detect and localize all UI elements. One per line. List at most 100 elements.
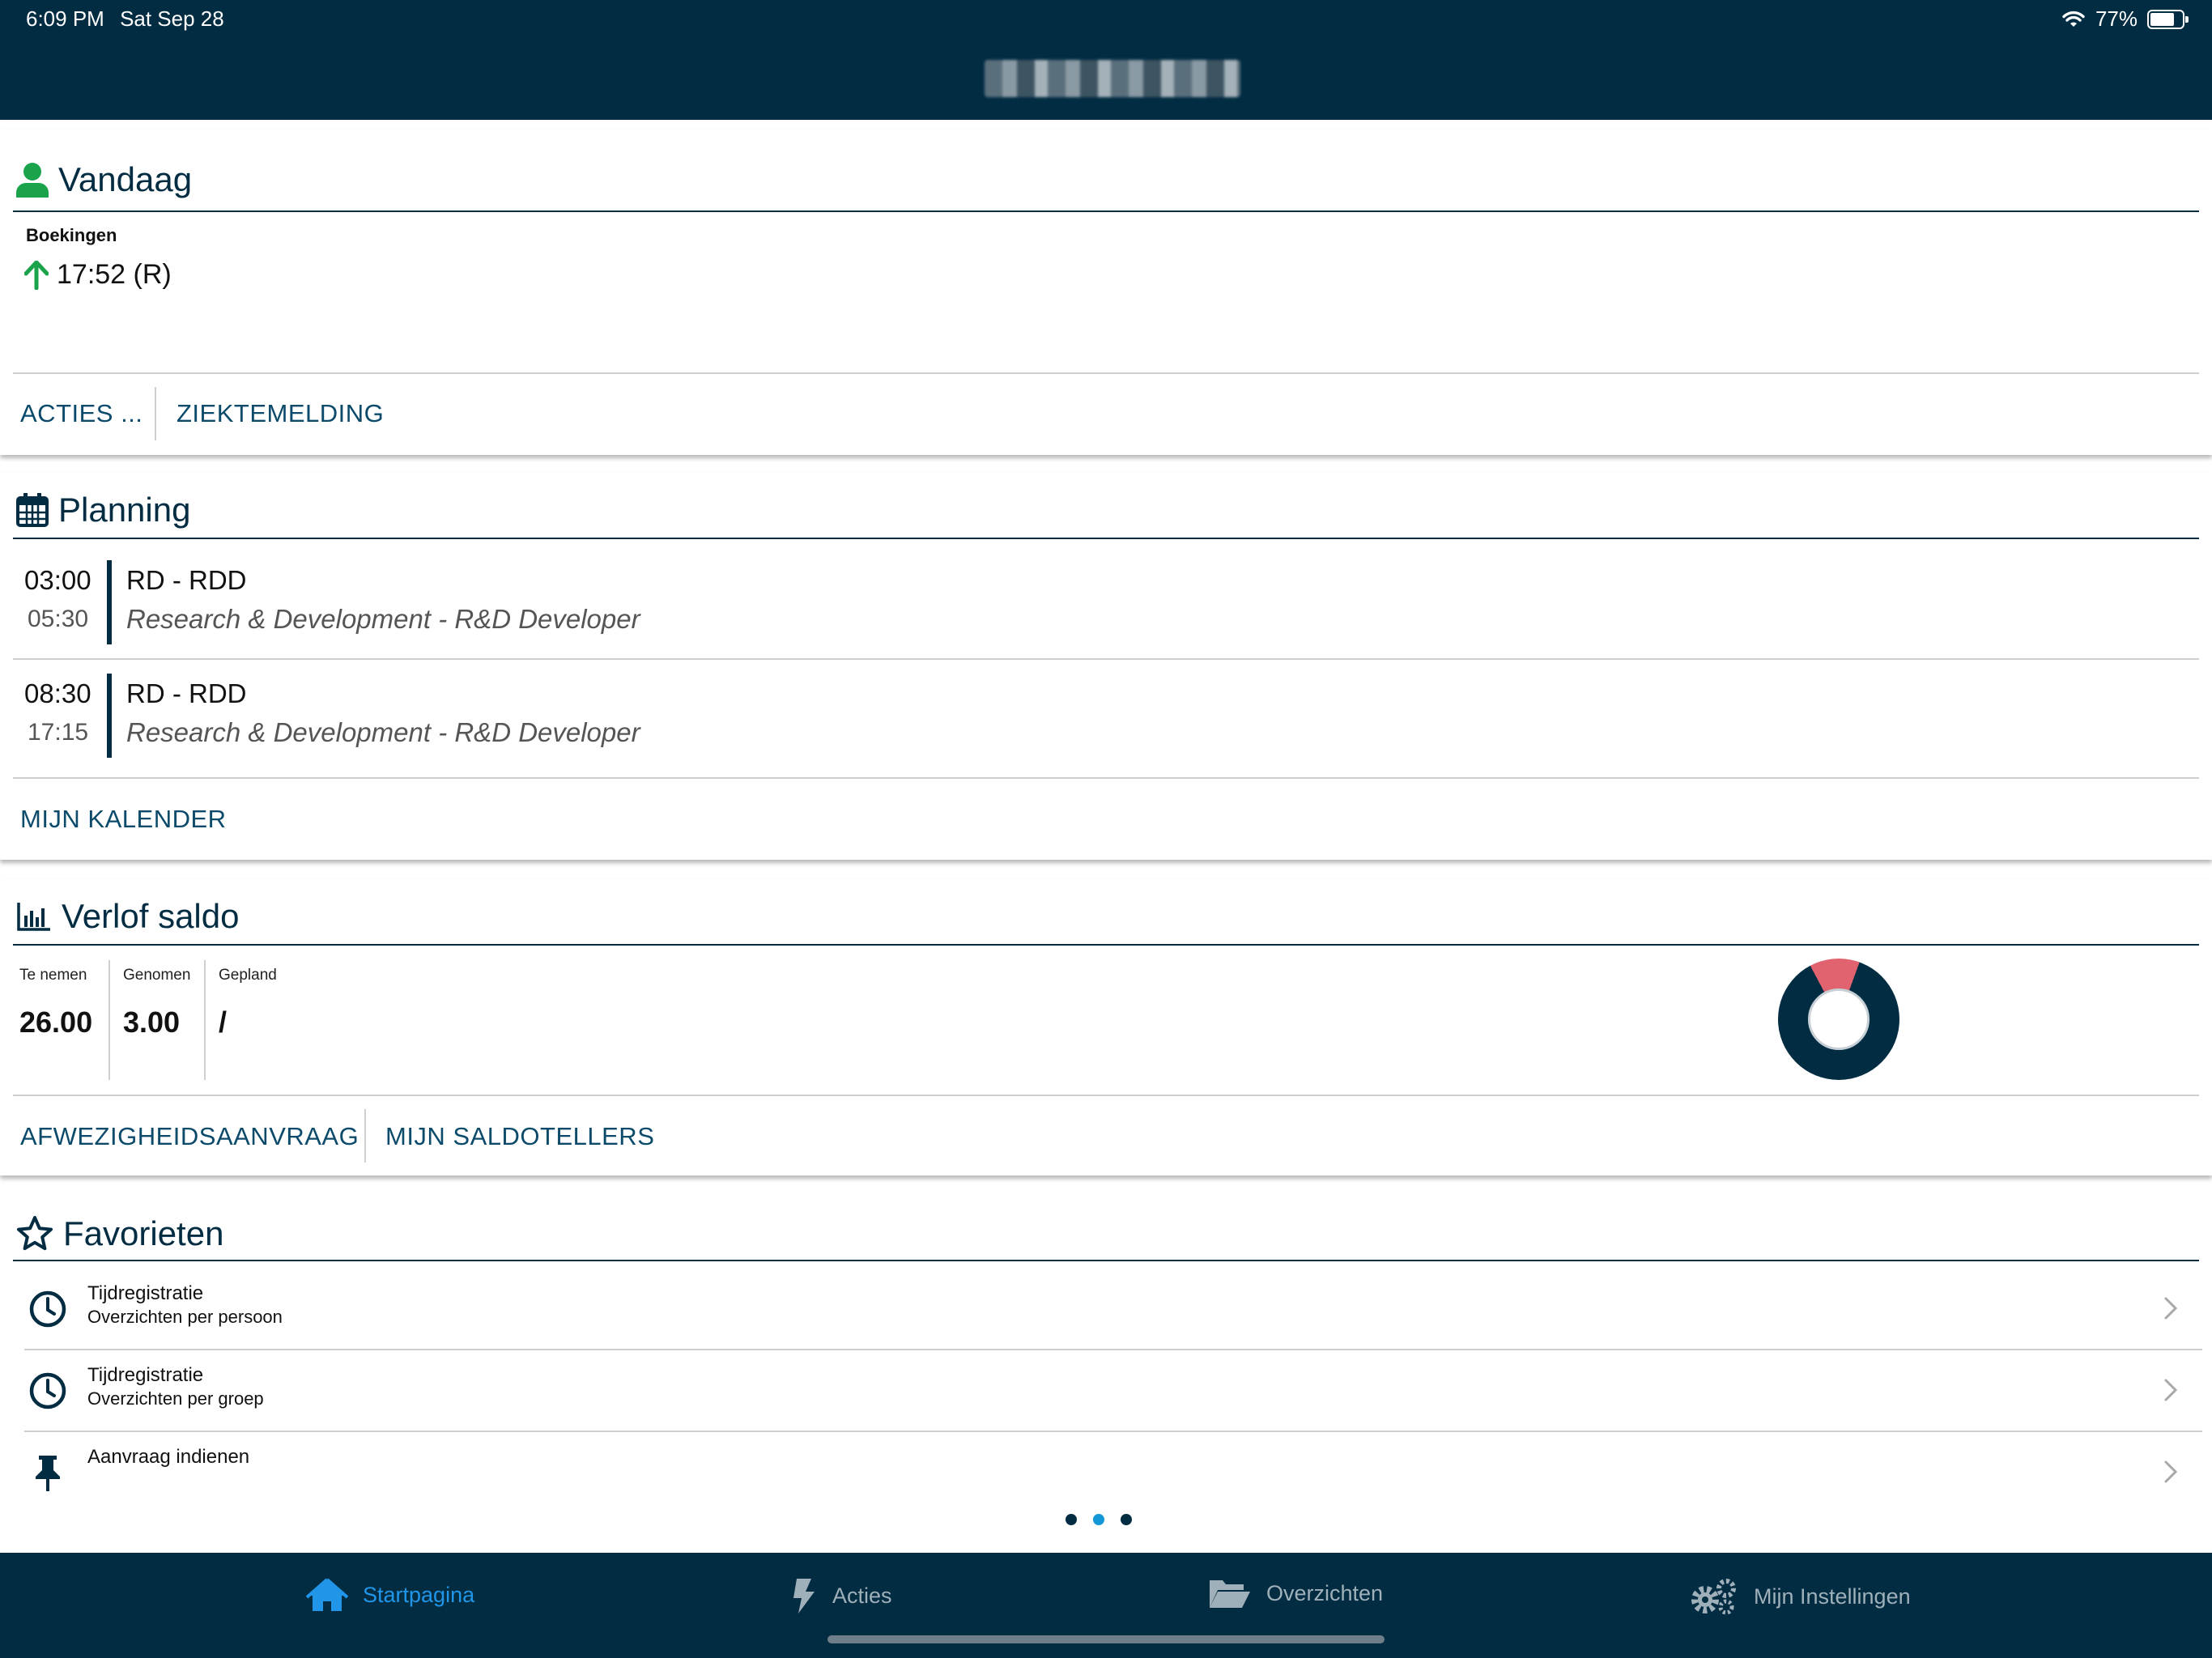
action-separator (155, 387, 156, 440)
stat-te-nemen: Te nemen 26.00 (19, 967, 92, 1039)
action-separator (364, 1109, 366, 1163)
favoriet-item[interactable]: Aanvraag indienen (13, 1436, 2199, 1517)
vandaag-actions-rule (13, 372, 2199, 374)
chevron-right-icon (2164, 1379, 2178, 1401)
favoriet-divider (24, 1349, 2202, 1350)
verlof-actions-rule (13, 1095, 2199, 1096)
verlof-header: Verlof saldo (16, 897, 239, 936)
status-indicators: 77% (2061, 6, 2189, 32)
planning-bar (107, 674, 112, 758)
stat-separator (108, 960, 110, 1080)
battery-percentage: 77% (2095, 6, 2138, 31)
tab-label: Mijn Instellingen (1754, 1584, 1911, 1609)
planning-bar (107, 560, 112, 644)
chevron-right-icon (2164, 1460, 2178, 1483)
favoriet-title: Tijdregistratie (87, 1364, 204, 1386)
favoriet-item[interactable]: Tijdregistratie Overzichten per persoon (13, 1273, 2199, 1354)
pin-icon (36, 1456, 60, 1491)
tab-overzichten[interactable]: Overzichten (1208, 1577, 1383, 1609)
favoriet-divider (24, 1431, 2202, 1432)
acties-button[interactable]: ACTIES ... (20, 399, 143, 428)
page-indicator[interactable] (1066, 1514, 1132, 1525)
clock-icon (29, 1372, 66, 1409)
mijn-kalender-button[interactable]: MIJN KALENDER (20, 805, 227, 834)
stat-separator (204, 960, 206, 1080)
battery-icon (2147, 9, 2189, 29)
favorieten-header: Favorieten (16, 1214, 223, 1253)
folder-icon (1210, 1580, 1250, 1608)
planning-title-rule (13, 538, 2199, 539)
home-indicator[interactable] (827, 1635, 1385, 1643)
vandaag-title: Vandaag (58, 160, 193, 198)
tab-acties[interactable]: Acties (790, 1577, 892, 1614)
tab-label: Startpagina (363, 1582, 475, 1607)
planning-description: Research & Development - R&D Developer (126, 717, 640, 747)
planning-description: Research & Development - R&D Developer (126, 604, 640, 634)
bolt-icon (793, 1579, 815, 1613)
planning-item[interactable]: 03:00 05:30 RD - RDD Research & Developm… (13, 554, 2199, 651)
arrow-up-icon (24, 260, 49, 290)
planning-code: RD - RDD (126, 678, 247, 708)
planning-title: Planning (58, 491, 191, 529)
favoriet-subtitle: Overzichten per persoon (87, 1307, 283, 1327)
favoriet-subtitle: Overzichten per groep (87, 1388, 264, 1409)
planning-item[interactable]: 08:30 17:15 RD - RDD Research & Developm… (13, 667, 2199, 764)
planning-divider (13, 658, 2199, 660)
clock-icon (29, 1290, 66, 1328)
planning-end-time: 05:30 (28, 606, 89, 632)
stat-label: Te nemen (19, 967, 87, 984)
boekingen-label: Boekingen (26, 225, 117, 245)
boeking-time: 17:52 (R) (57, 259, 172, 290)
status-clock: 6:09 PM (26, 6, 104, 31)
tab-label: Acties (832, 1583, 892, 1608)
tab-mijn-instellingen[interactable]: Mijn Instellingen (1687, 1577, 1911, 1616)
gear-icon (1691, 1579, 1736, 1615)
planning-start-time: 03:00 (24, 565, 91, 595)
planning-header: Planning (16, 491, 190, 529)
tab-startpagina[interactable]: Startpagina (306, 1577, 474, 1613)
wifi-icon (2062, 11, 2085, 27)
afwezigheidsaanvraag-button[interactable]: AFWEZIGHEIDSAANVRAAG (20, 1122, 359, 1151)
top-bar: 6:09 PM Sat Sep 28 77% (0, 0, 2212, 120)
page-dot-active[interactable] (1093, 1514, 1104, 1525)
vandaag-header: Vandaag (16, 160, 192, 199)
stat-gepland: Gepland / (219, 967, 277, 1039)
page-dot[interactable] (1121, 1514, 1132, 1525)
stat-label: Gepland (219, 967, 277, 984)
bottom-tab-bar: Startpagina Acties Overzichten Mijn Inst… (0, 1553, 2212, 1658)
planning-start-time: 08:30 (24, 678, 91, 708)
planning-code: RD - RDD (126, 565, 247, 595)
favorieten-section: Favorieten Tijdregistratie Overzichten p… (0, 1197, 2212, 1553)
status-time: 6:09 PM Sat Sep 28 (26, 6, 224, 32)
boeking-entry: 17:52 (R) (24, 259, 172, 291)
home-icon (306, 1578, 348, 1611)
stat-label: Genomen (123, 967, 191, 984)
favoriet-title: Aanvraag indienen (87, 1446, 250, 1468)
calendar-icon (16, 493, 49, 527)
planning-actions-rule (13, 777, 2199, 779)
star-icon (17, 1216, 53, 1251)
planning-card: Planning 03:00 05:30 RD - RDD Research &… (0, 473, 2212, 860)
favoriet-title: Tijdregistratie (87, 1282, 204, 1304)
bar-chart-icon (17, 903, 50, 931)
favorieten-title: Favorieten (63, 1214, 224, 1252)
stat-value: / (219, 1005, 228, 1039)
stat-genomen: Genomen 3.00 (123, 967, 190, 1039)
user-icon (16, 163, 49, 198)
verlof-donut-chart (1778, 959, 1899, 1080)
favoriet-item[interactable]: Tijdregistratie Overzichten per groep (13, 1354, 2199, 1435)
tab-label: Overzichten (1266, 1580, 1384, 1605)
favorieten-title-rule (13, 1260, 2199, 1261)
header-title-obscured (985, 60, 1240, 97)
vandaag-title-rule (13, 210, 2199, 212)
ziektemelding-button[interactable]: ZIEKTEMELDING (177, 399, 384, 428)
vandaag-card: Vandaag Boekingen 17:52 (R) ACTIES ... Z… (0, 130, 2212, 455)
page-dot[interactable] (1066, 1514, 1077, 1525)
chevron-right-icon (2164, 1297, 2178, 1320)
verlof-saldo-card: Verlof saldo Te nemen 26.00 Genomen 3.00… (0, 879, 2212, 1175)
stat-value: 3.00 (123, 1005, 181, 1039)
mijn-saldotellers-button[interactable]: MIJN SALDOTELLERS (385, 1122, 654, 1151)
stat-value: 26.00 (19, 1005, 93, 1039)
status-date: Sat Sep 28 (120, 6, 224, 31)
planning-end-time: 17:15 (28, 719, 89, 746)
